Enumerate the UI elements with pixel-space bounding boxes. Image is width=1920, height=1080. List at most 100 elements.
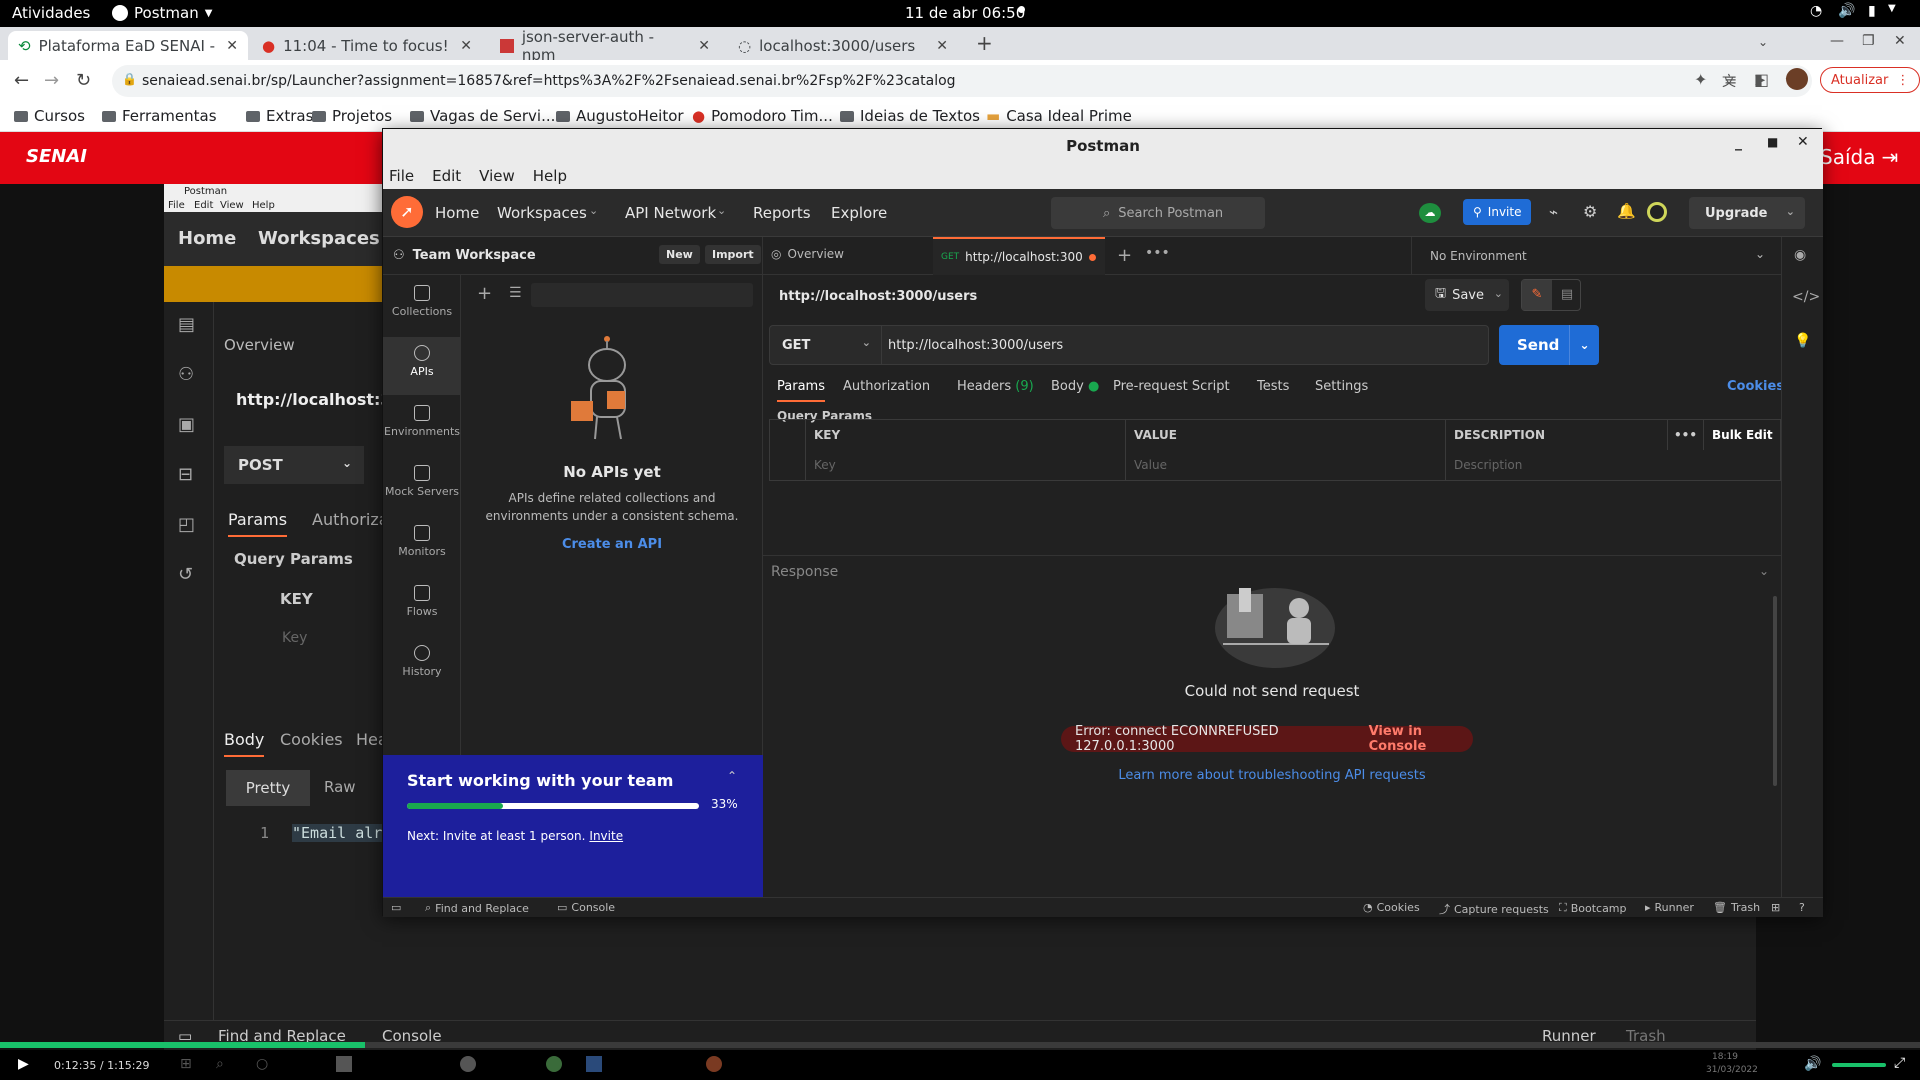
close-icon[interactable]: ✕ [698,38,710,54]
sidebar-item-environments[interactable]: Environments [383,397,461,455]
menu-file[interactable]: File [389,167,414,185]
battery-icon[interactable]: ▮ [1868,3,1876,19]
bell-icon[interactable]: 🔔 [1617,202,1636,220]
postman-logo-icon[interactable]: ➚ [391,196,423,228]
nav-api-network[interactable]: API Network [625,204,716,222]
bookmark-ferramentas[interactable]: Ferramentas [102,107,217,125]
key-input[interactable]: Key [806,450,1126,480]
sidebar-item-history[interactable]: History [383,637,461,695]
troubleshooting-link[interactable]: Learn more about troubleshooting API req… [763,768,1781,783]
cookies-button[interactable]: ◔ Cookies [1363,901,1420,914]
menu-view[interactable]: View [479,167,515,185]
bookmark-projetos[interactable]: Projetos [312,107,392,125]
satellite-icon[interactable]: ⌁ [1549,203,1558,221]
console-button[interactable]: ▭ Console [557,901,615,914]
toggle-sidebar-icon[interactable]: ▭ [391,901,401,914]
menu-edit[interactable]: Edit [432,167,461,185]
layout-icon[interactable]: ⊞ [1771,901,1780,914]
address-bar[interactable]: 🔒 senaiead.senai.br/sp/Launcher?assignme… [112,65,1812,97]
more-horiz-icon[interactable]: ••• [1145,245,1170,261]
bookmark-cursos[interactable]: Cursos [14,107,85,125]
cookies-link[interactable]: Cookies [1727,379,1784,394]
avatar[interactable] [1647,202,1667,222]
chevron-down-icon[interactable]: ⌄ [1759,564,1769,578]
volume-icon[interactable]: 🔊 [1838,3,1855,19]
app-menu[interactable]: Postman ▼ [112,4,212,22]
close-icon[interactable]: ✕ [460,38,472,54]
play-icon[interactable]: ▶ [18,1056,29,1072]
volume-icon[interactable]: 🔊 [1804,1056,1821,1072]
menu-help[interactable]: Help [533,167,567,185]
scrollbar[interactable] [1773,596,1777,786]
bookmark-extras[interactable]: Extras [246,107,313,125]
close-icon[interactable]: ✕ [226,38,238,54]
fullscreen-icon[interactable]: ⤢ [1894,1055,1905,1071]
clock[interactable]: 11 de abr 06:50 [905,4,1025,22]
close-icon[interactable]: ✕ [936,38,948,54]
method-select[interactable]: GET ⌄ [770,326,882,364]
browser-tab[interactable]: ⟲ Plataforma EaD SENAI - S ✕ [8,31,248,60]
filter-icon[interactable]: ☰ [509,285,522,301]
maximize-icon[interactable]: ■ [1767,135,1778,149]
find-replace-button[interactable]: ⌕ Find and Replace [425,901,529,915]
update-button[interactable]: Atualizar ⋮ [1820,67,1920,93]
tab-search-icon[interactable]: ⌄ [1758,35,1768,49]
invite-button[interactable]: ⚲ Invite [1463,199,1532,225]
browser-tab[interactable]: json-server-auth - npm ✕ [490,28,720,64]
send-button[interactable]: Send ⌄ [1499,325,1599,365]
nav-workspaces[interactable]: Workspaces [497,204,587,222]
tab-body[interactable]: Body ● [1051,379,1099,394]
bulk-edit-button[interactable]: Bulk Edit [1704,420,1780,450]
view-in-console-link[interactable]: View in Console [1369,724,1473,754]
nav-explore[interactable]: Explore [831,204,887,222]
minimize-icon[interactable]: _ [1735,135,1742,151]
bookmark-vagas[interactable]: Vagas de Servi... [410,107,555,125]
restore-icon[interactable]: ❐ [1862,33,1875,49]
exit-link[interactable]: Saída ⇥ [1820,145,1898,169]
sidebar-item-mock-servers[interactable]: Mock Servers [383,457,461,515]
new-button[interactable]: New [659,245,700,264]
forward-icon[interactable]: → [44,70,59,91]
side-panel-icon[interactable]: ◧ [1754,70,1769,89]
new-tab-icon[interactable]: + [1117,245,1132,266]
close-window-icon[interactable]: ✕ [1894,33,1906,49]
activities-button[interactable]: Atividades [12,4,90,22]
search-input[interactable]: ⌕ Search Postman [1051,197,1265,229]
extensions-icon[interactable]: ✦ [1694,70,1707,89]
more-horiz-icon[interactable]: ••• [1668,420,1704,450]
trash-button[interactable]: 🗑 Trash [1713,901,1760,914]
eye-icon[interactable]: ◉ [1794,247,1806,263]
runner-button[interactable]: ▸ Runner [1645,901,1694,914]
request-title[interactable]: http://localhost:3000/users [779,289,977,304]
lightbulb-icon[interactable]: 💡 [1794,333,1811,349]
sidebar-item-flows[interactable]: Flows [383,577,461,635]
code-icon[interactable]: </> [1792,289,1820,305]
sidebar-item-monitors[interactable]: Monitors [383,517,461,575]
add-icon[interactable]: + [477,283,492,304]
sync-cloud-icon[interactable]: ☁ [1419,203,1441,223]
tab-tests[interactable]: Tests [1257,379,1289,394]
tab-headers[interactable]: Headers (9) [957,379,1034,394]
sidebar-item-apis[interactable]: APIs [383,337,461,395]
chevron-down-icon[interactable]: ⌄ [1569,325,1599,365]
system-menu-chevron-icon[interactable]: ▼ [1888,3,1896,14]
import-button[interactable]: Import [705,245,761,264]
nav-home[interactable]: Home [435,204,479,222]
help-icon[interactable]: ? [1799,901,1805,914]
workspace-name[interactable]: Team Workspace [413,248,536,263]
tab-params[interactable]: Params [777,379,825,402]
environment-select[interactable]: No Environment ⌄ [1411,237,1781,275]
tab-pre-request-script[interactable]: Pre-request Script [1113,379,1230,394]
browser-tab[interactable]: ◌ localhost:3000/users ✕ [728,31,958,60]
url-input[interactable] [888,330,1478,360]
sidebar-search-input[interactable] [531,283,753,307]
value-input[interactable]: Value [1126,450,1446,480]
sidebar-item-collections[interactable]: Collections [383,277,461,335]
volume-slider[interactable] [1832,1063,1886,1067]
browser-tab[interactable]: ● 11:04 - Time to focus! ✕ [252,31,482,60]
tab-overview[interactable]: ◎ Overview [771,247,844,261]
bookmark-ideias[interactable]: Ideias de Textos [840,107,980,125]
table-row-checkbox[interactable] [770,450,806,480]
reload-icon[interactable]: ↻ [76,70,91,91]
minimize-icon[interactable]: — [1830,33,1844,49]
